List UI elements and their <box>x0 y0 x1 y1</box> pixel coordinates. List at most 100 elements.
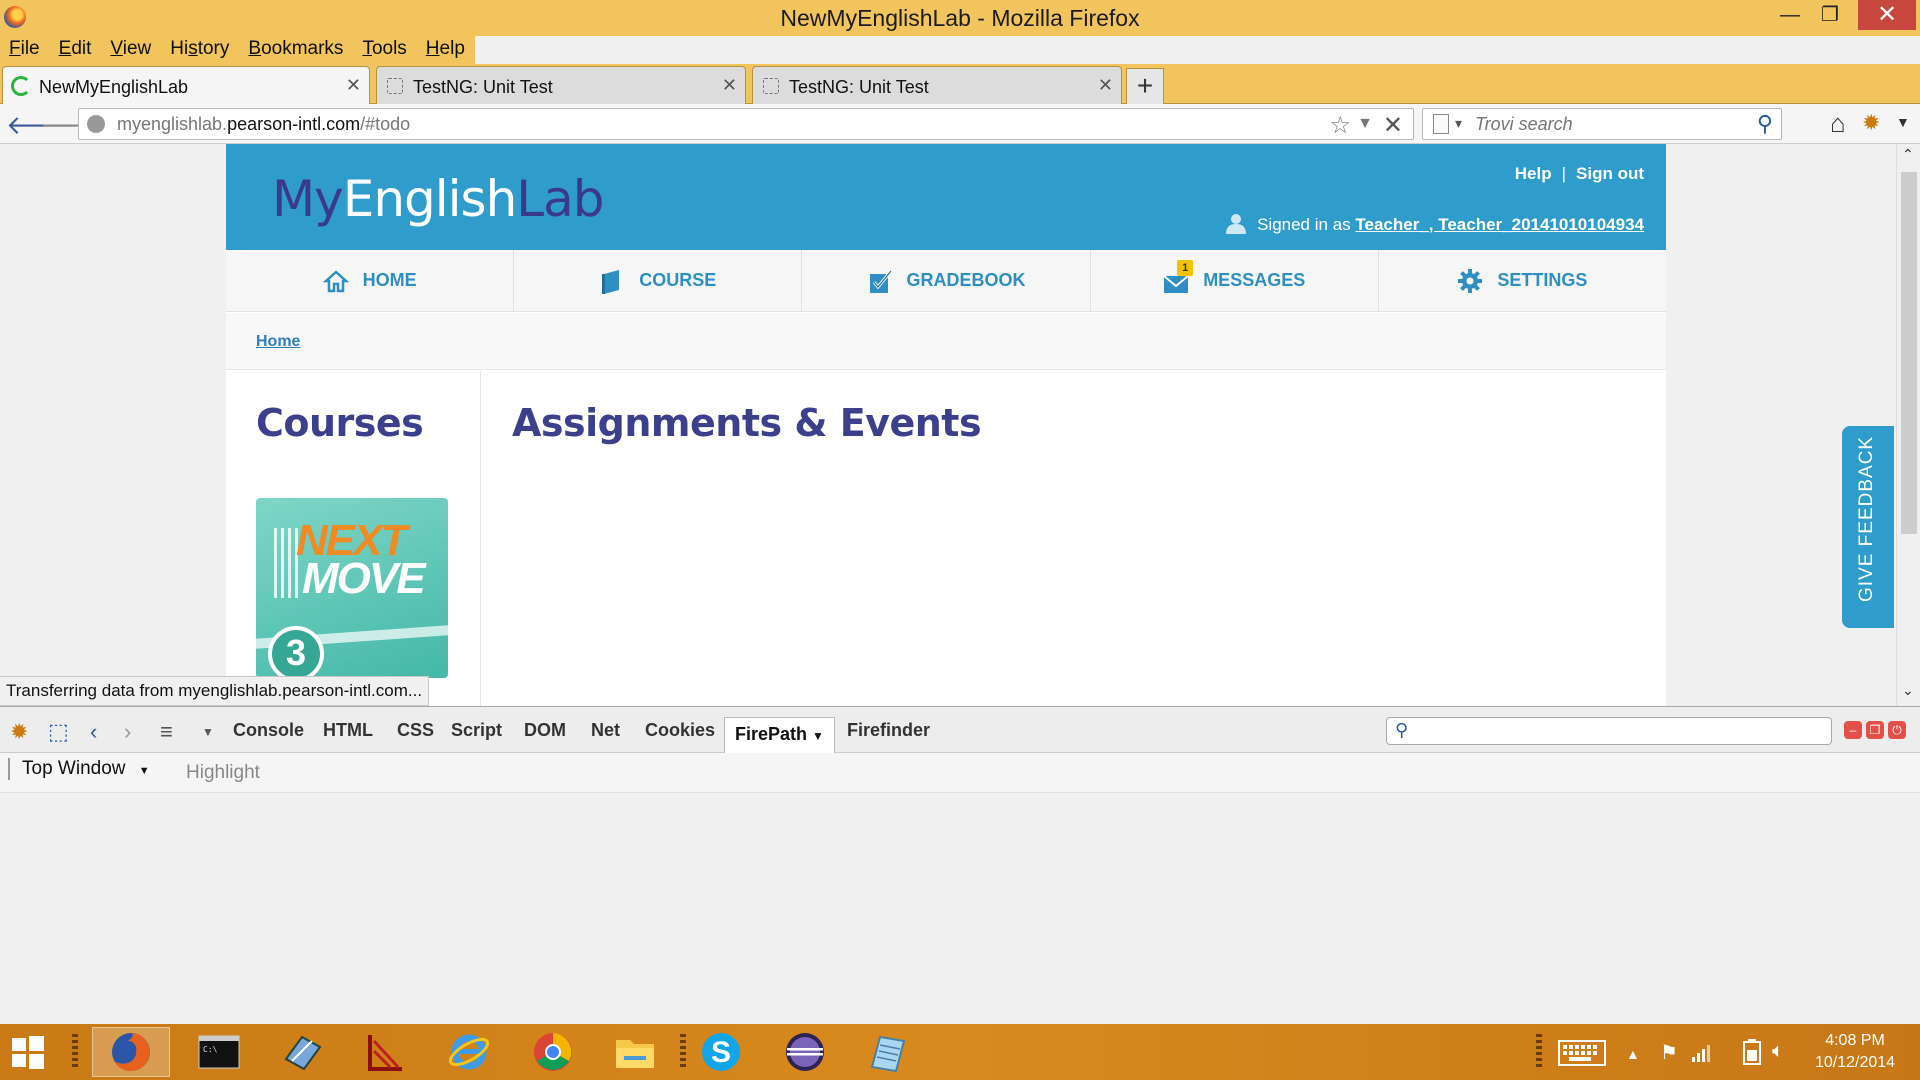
nav-messages[interactable]: 1 MESSAGES <box>1091 250 1379 311</box>
taskbar-skype[interactable]: S <box>682 1027 760 1077</box>
course-card-next-move-3[interactable]: NEXT MOVE 3 <box>256 498 448 678</box>
highlight-button[interactable]: Highlight <box>186 762 260 784</box>
clock-date: 10/12/2014 <box>1814 1054 1896 1071</box>
menu-edit[interactable]: Edit <box>50 36 102 64</box>
tab-css[interactable]: CSS <box>397 720 434 741</box>
close-firebug-icon[interactable]: ⏻ <box>1888 721 1906 739</box>
myenglishlab-logo[interactable]: MyEnglishLab <box>272 170 605 228</box>
minimize-button[interactable]: — <box>1770 0 1810 30</box>
close-window-button[interactable]: ✕ <box>1858 0 1916 30</box>
help-link[interactable]: Help <box>1515 164 1552 183</box>
firebug-bug-icon[interactable]: ✹ <box>10 719 28 745</box>
nav-course[interactable]: COURSE <box>514 250 803 311</box>
myenglishlab-page: MyEnglishLab Help | Sign out Signed in as … <box>226 144 1666 706</box>
touch-keyboard-icon[interactable] <box>1558 1040 1606 1066</box>
tab-dom[interactable]: DOM <box>524 720 566 741</box>
taskbar-explorer[interactable] <box>596 1027 674 1077</box>
tab-newmyenglishlab[interactable]: NewMyEnglishLab ✕ <box>2 66 370 104</box>
scrollbar-thumb[interactable] <box>1901 172 1917 534</box>
command-prompt-icon: C:\ <box>198 1035 240 1069</box>
user-name-link[interactable]: Teacher_, Teacher_20141010104934 <box>1355 215 1644 234</box>
tab-cookies[interactable]: Cookies <box>645 720 715 741</box>
action-center-flag-icon[interactable]: ⚑ <box>1660 1040 1678 1065</box>
stop-icon[interactable]: ✕ <box>1383 111 1403 140</box>
engine-dropdown-icon[interactable]: ▾ <box>1455 115 1462 132</box>
detach-firebug-icon[interactable]: ❐ <box>1866 721 1884 739</box>
eclipse-icon <box>786 1033 824 1071</box>
url-text[interactable]: myenglishlab.pearson-intl.com/#todo <box>117 114 410 135</box>
tab-net[interactable]: Net <box>591 720 620 741</box>
firepath-toolbar: Top Window ▼ Highlight <box>0 753 1920 793</box>
close-tab-icon[interactable]: ✕ <box>346 75 361 96</box>
panel-dropdown-icon[interactable]: ▼ <box>202 725 214 739</box>
menu-bookmarks[interactable]: Bookmarks <box>239 36 353 64</box>
menu-help[interactable]: Help <box>417 36 475 64</box>
network-signal-icon[interactable] <box>1690 1040 1714 1064</box>
nav-home[interactable]: HOME <box>226 250 515 311</box>
firebug-icon[interactable]: ✹ <box>1862 110 1880 136</box>
tray-grip <box>1536 1034 1542 1070</box>
tab-script[interactable]: Script <box>451 720 502 741</box>
firebug-search-input[interactable]: ⚲ <box>1386 717 1832 745</box>
frame-dropdown-icon[interactable]: ▼ <box>139 765 150 777</box>
scroll-down-icon[interactable]: ⌄ <box>1902 682 1914 699</box>
inspect-element-icon[interactable]: ⬚ <box>48 719 69 745</box>
frame-selector[interactable]: Top Window ▼ <box>8 758 150 780</box>
menu-tools[interactable]: Tools <box>353 36 416 64</box>
tab-html[interactable]: HTML <box>323 720 373 741</box>
firefox-icon <box>112 1033 150 1071</box>
volume-icon[interactable]: 🔈︎ <box>1772 1040 1784 1063</box>
tab-testng-2[interactable]: TestNG: Unit Test ✕ <box>752 66 1122 104</box>
firepath-dropdown-icon[interactable]: ▼ <box>812 729 824 743</box>
taskbar-eclipse[interactable] <box>766 1027 844 1077</box>
panel-list-icon[interactable]: ≡ <box>160 719 173 745</box>
nav-gradebook-label: GRADEBOOK <box>906 270 1026 290</box>
give-feedback-tab[interactable]: GIVE FEEDBACK <box>1842 426 1894 628</box>
separator: | <box>1561 164 1567 183</box>
home-icon[interactable]: ⌂ <box>1830 108 1846 139</box>
battery-icon[interactable] <box>1740 1038 1764 1066</box>
system-clock[interactable]: 4:08 PM 10/12/2014 <box>1800 1030 1910 1074</box>
tab-firepath[interactable]: FirePath ▼ <box>724 717 835 753</box>
close-tab-icon[interactable]: ✕ <box>1098 75 1113 96</box>
taskbar-chrome[interactable] <box>514 1027 592 1077</box>
taskbar-app[interactable] <box>346 1027 424 1077</box>
nav-gradebook[interactable]: GRADEBOOK <box>802 250 1091 311</box>
menu-view[interactable]: View <box>101 36 161 64</box>
new-tab-button[interactable]: + <box>1126 68 1164 104</box>
tab-firefinder[interactable]: Firefinder <box>847 720 930 741</box>
taskbar-notepad[interactable] <box>848 1027 926 1077</box>
nav-settings[interactable]: SETTINGS <box>1379 250 1666 311</box>
history-dropdown-icon[interactable]: ▼ <box>1357 115 1373 133</box>
back-icon[interactable]: ‹ <box>90 719 97 745</box>
svg-text:S: S <box>711 1036 731 1069</box>
chrome-icon <box>534 1033 572 1071</box>
taskbar-ie[interactable] <box>430 1027 508 1077</box>
search-engine-icon[interactable] <box>1433 114 1449 134</box>
bookmark-star-icon[interactable]: ☆ <box>1329 111 1351 140</box>
menu-file[interactable]: File <box>0 36 50 64</box>
main-nav: HOME COURSE GRADEBOOK 1 MESSAGES SETTING… <box>226 250 1666 312</box>
minimize-firebug-icon[interactable]: – <box>1844 721 1862 739</box>
forward-icon[interactable]: › <box>124 719 131 745</box>
show-hidden-icons-icon[interactable]: ▲ <box>1626 1046 1640 1062</box>
address-bar[interactable]: myenglishlab.pearson-intl.com/#todo ☆ ▼ … <box>78 108 1414 140</box>
taskbar-cmd[interactable]: C:\ <box>180 1027 258 1077</box>
search-icon[interactable]: ⚲ <box>1757 111 1773 137</box>
firebug-dropdown-icon[interactable]: ▼ <box>1896 114 1910 130</box>
windows-start-icon[interactable] <box>12 1036 44 1069</box>
taskbar-firefox[interactable] <box>92 1027 170 1077</box>
skype-icon: S <box>702 1033 740 1071</box>
sign-out-link[interactable]: Sign out <box>1576 164 1644 183</box>
breadcrumb-home-link[interactable]: Home <box>256 333 300 351</box>
taskbar-tool[interactable] <box>264 1027 342 1077</box>
search-input[interactable] <box>1475 112 1735 136</box>
tab-testng-1[interactable]: TestNG: Unit Test ✕ <box>376 66 746 104</box>
tab-label: TestNG: Unit Test <box>789 77 929 97</box>
scroll-up-icon[interactable]: ⌃ <box>1902 146 1914 163</box>
maximize-button[interactable]: ❐ <box>1810 0 1850 30</box>
page-scrollbar[interactable]: ⌃ ⌄ <box>1896 144 1920 706</box>
menu-history[interactable]: History <box>161 36 239 64</box>
tab-console[interactable]: Console <box>233 720 304 741</box>
close-tab-icon[interactable]: ✕ <box>722 75 737 96</box>
